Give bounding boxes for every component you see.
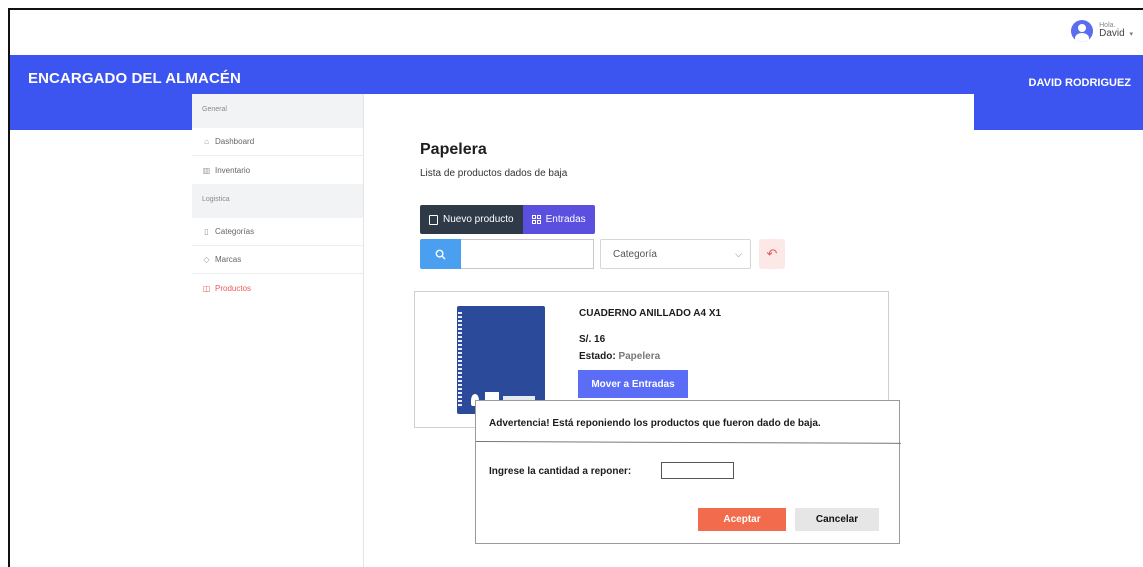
page-subtitle: Lista de productos dados de baja [420, 168, 568, 179]
sidebar-item-categorias[interactable]: ▯ Categorías [192, 218, 363, 246]
grid-icon [531, 215, 541, 224]
filter-row: Categoría ⌵ ↶ [420, 239, 785, 269]
dialog-warning: Advertencia! Está reponiendo los product… [489, 418, 821, 429]
undo-icon: ↶ [766, 246, 778, 261]
user-short-name: David ▾ [1099, 28, 1133, 40]
cancel-button[interactable]: Cancelar [795, 508, 879, 531]
sidebar-item-marcas[interactable]: ◇ Marcas [192, 246, 363, 274]
move-to-entradas-button[interactable]: Mover a Entradas [578, 370, 688, 398]
gift-icon: ◫ [202, 283, 211, 293]
building-icon: ▥ [202, 165, 211, 175]
quantity-input[interactable] [661, 462, 734, 479]
sidebar-item-productos[interactable]: ◫ Productos [192, 274, 363, 302]
restock-dialog: Advertencia! Está reponiendo los product… [475, 400, 901, 544]
document-icon [429, 214, 438, 225]
product-state: Estado: Papelera [579, 351, 661, 362]
product-state-value: Papelera [618, 351, 661, 362]
undo-button[interactable]: ↶ [759, 239, 785, 269]
user-menu[interactable]: Hola. David ▾ [1071, 20, 1133, 42]
dialog-divider [475, 441, 901, 444]
home-icon: ⌂ [204, 137, 209, 146]
category-select-value: Categoría [613, 248, 657, 260]
search-button[interactable] [420, 239, 461, 269]
top-user-bar: Hola. David ▾ [10, 10, 1143, 55]
bookmark-icon: ▯ [204, 227, 209, 236]
new-product-button[interactable]: Nuevo producto [420, 205, 523, 234]
search-input[interactable] [461, 239, 594, 269]
quantity-label: Ingrese la cantidad a reponer: [489, 466, 632, 477]
sidebar: General ⌂ Dashboard ▥ Inventario Logisti… [192, 94, 364, 567]
category-select[interactable]: Categoría ⌵ [600, 239, 751, 269]
sidebar-section-general: General [192, 94, 363, 128]
page-title: Papelera [420, 141, 487, 158]
sidebar-item-dashboard[interactable]: ⌂ Dashboard [192, 128, 363, 156]
entradas-button[interactable]: Entradas [522, 205, 595, 234]
avatar-icon [1071, 20, 1094, 42]
search-icon [435, 249, 446, 260]
product-name: CUADERNO ANILLADO A4 X1 [579, 308, 722, 319]
tag-icon: ◇ [203, 255, 210, 264]
sidebar-item-inventario[interactable]: ▥ Inventario [192, 156, 363, 184]
chevron-down-icon: ⌵ [735, 248, 742, 259]
role-title: ENCARGADO DEL ALMACÉN [28, 70, 241, 87]
action-button-group: Nuevo producto Entradas [420, 205, 595, 234]
accept-button[interactable]: Aceptar [698, 508, 786, 531]
app-frame: Hola. David ▾ ENCARGADO DEL ALMACÉN DAVI… [8, 8, 1143, 567]
sidebar-section-logistica: Logistica [192, 184, 363, 218]
caret-down-icon: ▾ [1129, 31, 1133, 39]
notebook-product-image [457, 306, 545, 414]
product-price: S/. 16 [579, 334, 606, 345]
user-full-name: DAVID RODRIGUEZ [1028, 77, 1131, 89]
